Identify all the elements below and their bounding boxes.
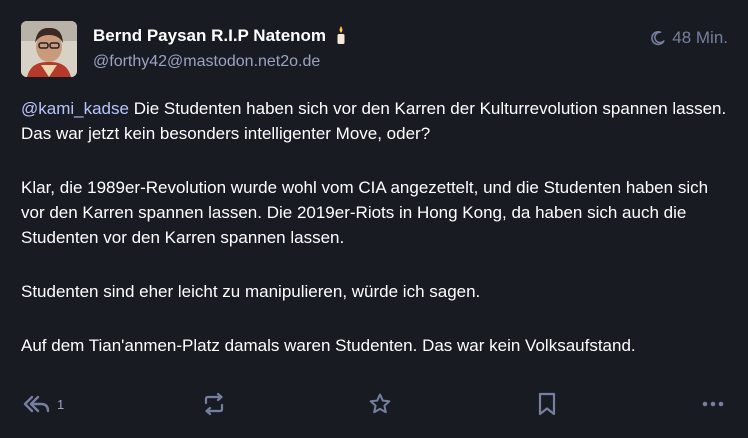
star-icon xyxy=(369,393,391,414)
reply-all-icon xyxy=(23,395,50,413)
display-name[interactable]: Bernd Paysan R.I.P Natenom xyxy=(93,25,347,50)
paragraph-2: Klar, die 1989er-Revolution wurde wohl v… xyxy=(21,178,709,247)
bookmark-icon xyxy=(538,392,556,416)
more-options-button[interactable] xyxy=(702,388,724,420)
candle-emoji-icon xyxy=(335,25,347,50)
more-horizontal-icon xyxy=(702,401,724,407)
paragraph-4: Auf dem Tian'anmen-Platz damals waren St… xyxy=(21,336,636,355)
paragraph-1: @kami_kadse Die Studenten haben sich vor… xyxy=(21,96,727,146)
avatar[interactable] xyxy=(21,21,77,77)
paragraph-3: Studenten sind eher leicht zu manipulier… xyxy=(21,282,481,301)
display-name-text: Bernd Paysan R.I.P Natenom xyxy=(93,26,327,45)
avatar-image xyxy=(21,21,77,77)
reply-count: 1 xyxy=(57,396,65,412)
boost-icon xyxy=(204,393,224,415)
moon-icon xyxy=(651,30,665,46)
boost-button[interactable] xyxy=(202,388,226,420)
status-card: Bernd Paysan R.I.P Natenom @forthy42@mas… xyxy=(0,0,748,438)
account-handle[interactable]: @forthy42@mastodon.net2o.de xyxy=(93,53,320,71)
timestamp-text: 48 Min. xyxy=(672,28,728,47)
reply-button[interactable]: 1 xyxy=(23,388,64,420)
bookmark-button[interactable] xyxy=(536,388,558,420)
action-bar: 1 xyxy=(0,388,748,420)
timestamp[interactable]: 48 Min. xyxy=(650,28,728,48)
status-content: @kami_kadse Die Studenten haben sich vor… xyxy=(21,96,727,387)
favourite-button[interactable] xyxy=(368,388,392,420)
mention-link[interactable]: @kami_kadse xyxy=(21,99,129,118)
